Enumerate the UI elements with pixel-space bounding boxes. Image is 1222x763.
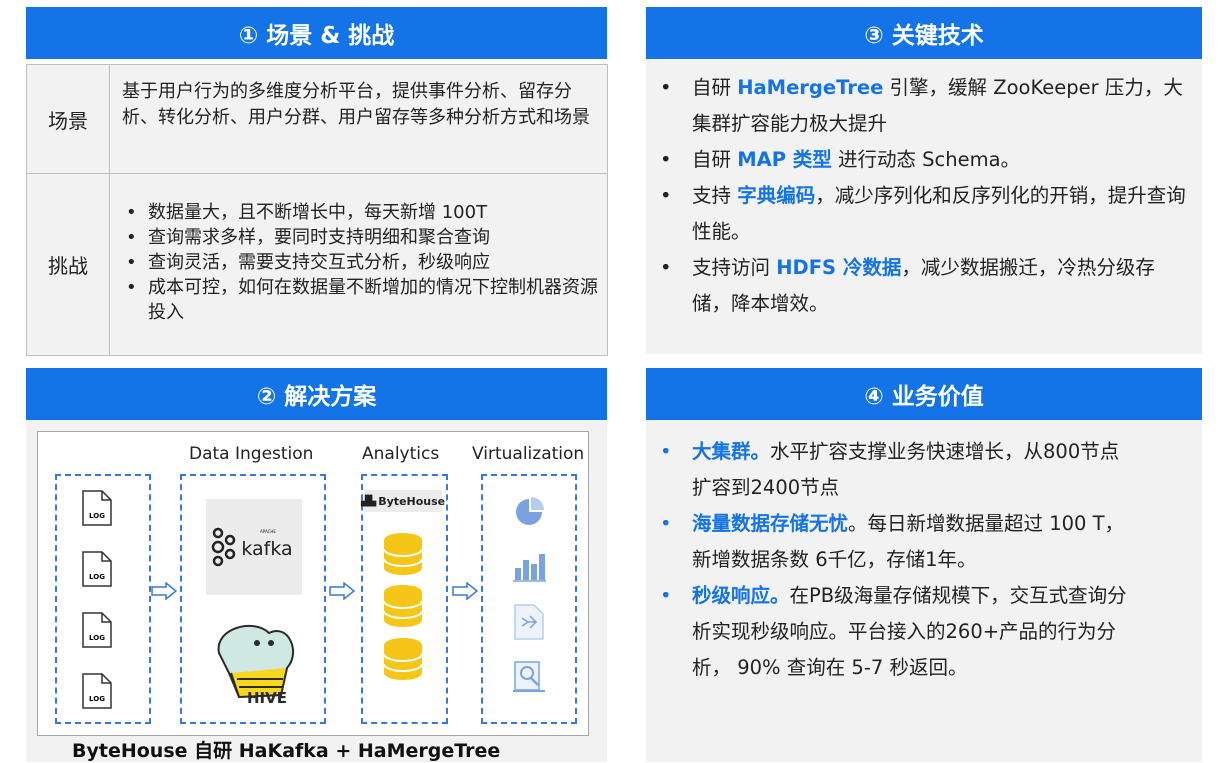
bytehouse-logo: ▟▙ ByteHouse — [361, 490, 446, 512]
database-icon — [383, 584, 423, 632]
kafka-logo: APACHE kafka — [206, 499, 302, 595]
document-icon: LOG — [82, 673, 112, 709]
kafka-name-text: kafka — [241, 538, 292, 560]
panel1-header: ① 场景 & 挑战 — [26, 7, 607, 59]
document-icon: LOG — [82, 551, 112, 587]
panel2-header: ② 解决方案 — [26, 368, 607, 420]
svg-text:LOG: LOG — [89, 634, 105, 642]
list-item: • 自研 HaMergeTree 引擎，缓解 ZooKeeper 压力，大集群扩容… — [660, 76, 1183, 135]
list-item: 数据量大，且不断增长中，每天新增 100T — [122, 200, 599, 225]
column-label-analytics: Analytics — [362, 444, 440, 464]
list-item: • 秒级响应。在PB级海量存储规模下，交互式查询分析实现秒级响应。平台接入的260… — [660, 584, 1127, 679]
panel2-title: ② 解决方案 — [256, 384, 377, 410]
challenge-list: 数据量大，且不断增长中，每天新增 100T 查询需求多样，要同时支持明细和聚合查… — [122, 200, 599, 325]
svg-text:LOG: LOG — [89, 512, 105, 520]
scene-challenge-table: 场景 基于用户行为的多维度分析平台，提供事件分析、留存分析、转化分析、用户分群、… — [26, 64, 608, 356]
arrow-icon — [151, 581, 178, 601]
panel3-title: ③ 关键技术 — [864, 23, 984, 49]
hive-logo: HIVE — [209, 613, 303, 707]
kafka-apache-text: APACHE — [260, 529, 276, 534]
list-item: • 大集群。水平扩容支撑业务快速增长，从800节点扩容到2400节点 — [660, 440, 1120, 499]
report-icon — [512, 658, 546, 698]
list-item: • 支持 字典编码，减少序列化和反序列化的开销，提升查询性能。 — [660, 184, 1186, 243]
list-item: 成本可控，如何在数据量不断增加的情况下控制机器资源投入 — [122, 275, 599, 325]
svg-text:LOG: LOG — [89, 573, 105, 581]
scene-row: 场景 基于用户行为的多维度分析平台，提供事件分析、留存分析、转化分析、用户分群、… — [27, 65, 607, 174]
database-icon — [383, 532, 423, 580]
document-icon: LOG — [82, 612, 112, 648]
list-item: 查询灵活，需要支持交互式分析，秒级响应 — [122, 250, 599, 275]
database-icon — [383, 637, 423, 685]
arrow-icon — [329, 581, 356, 601]
list-item: • 海量数据存储无忧。每日新增数据量超过 100 T，新增数据条数 6千亿，存储1… — [660, 512, 1125, 571]
column-label-virtualization: Virtualization — [472, 444, 585, 464]
panel4-header: ④ 业务价值 — [646, 368, 1202, 420]
panel3-header: ③ 关键技术 — [646, 7, 1202, 59]
scene-text: 基于用户行为的多维度分析平台，提供事件分析、留存分析、转化分析、用户分群、用户留… — [122, 81, 590, 128]
hive-text: HIVE — [247, 689, 287, 707]
column-label-ingestion: Data Ingestion — [189, 444, 314, 464]
document-icon: LOG — [82, 490, 112, 526]
svg-text:LOG: LOG — [89, 695, 105, 703]
arrow-icon — [452, 581, 479, 601]
diagram-caption: ByteHouse 自研 HaKafka + HaMergeTree — [72, 740, 501, 762]
bytehouse-text: ByteHouse — [378, 494, 446, 508]
list-item: • 自研 MAP 类型 进行动态 Schema。 — [660, 148, 1021, 171]
business-value-list: • 大集群。水平扩容支撑业务快速增长，从800节点扩容到2400节点 • 海量数据存… — [646, 434, 1136, 686]
challenge-label: 挑战 — [27, 174, 110, 355]
challenge-row: 挑战 数据量大，且不断增长中，每天新增 100T 查询需求多样，要同时支持明细和… — [27, 174, 607, 355]
scene-label: 场景 — [27, 65, 110, 173]
architecture-diagram: Data Ingestion Analytics Virtualization … — [37, 431, 589, 736]
list-item: • 支持访问 HDFS 冷数据，减少数据搬迁，冷热分级存储，降本增效。 — [660, 256, 1155, 315]
flow-chart-icon — [514, 604, 544, 644]
bar-chart-icon — [512, 550, 546, 586]
key-tech-list: • 自研 HaMergeTree 引擎，缓解 ZooKeeper 压力，大集群扩容… — [646, 70, 1191, 322]
list-item: 查询需求多样，要同时支持明细和聚合查询 — [122, 225, 599, 250]
pie-chart-icon — [514, 497, 544, 531]
panel4-title: ④ 业务价值 — [864, 384, 984, 410]
panel1-title: ① 场景 & 挑战 — [238, 23, 395, 49]
